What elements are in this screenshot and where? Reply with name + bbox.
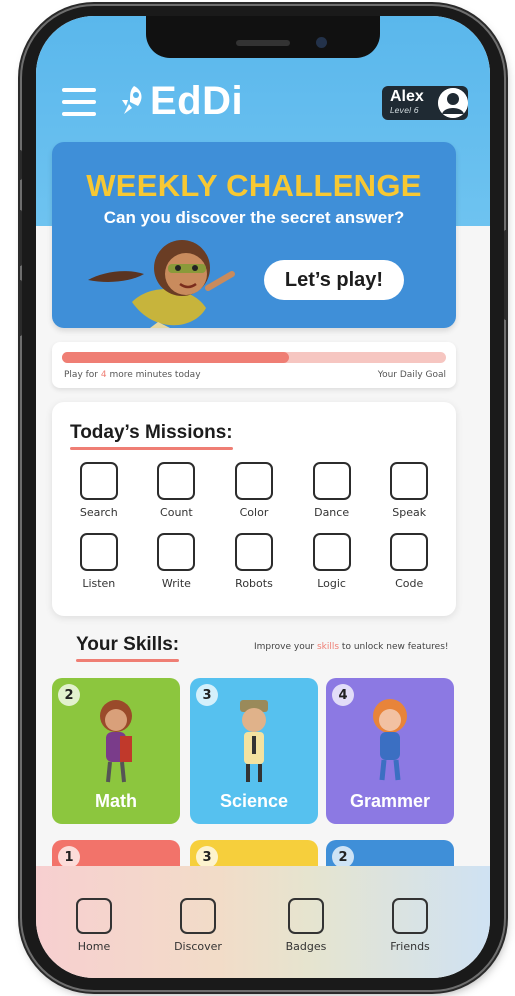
challenge-subtitle: Can you discover the secret answer?: [103, 208, 405, 227]
skill-level-badge: 4: [332, 684, 354, 706]
mission-label: Dance: [314, 506, 350, 519]
user-profile-button[interactable]: Alex Level 6: [382, 86, 468, 120]
mission-icon: [312, 462, 351, 500]
todays-missions-card: Today’s Missions: Search Count Color Dance S…: [52, 402, 456, 616]
daily-goal-progress-fill: [62, 352, 289, 363]
power-button: [504, 230, 508, 320]
badges-icon: [288, 898, 324, 934]
nav-label: Home: [77, 940, 111, 953]
nav-label: Friends: [390, 940, 430, 953]
mission-label: Listen: [82, 577, 116, 590]
home-icon: [76, 898, 112, 934]
challenge-title: WEEKLY CHALLENGE: [86, 168, 422, 203]
skill-name: Science: [219, 791, 289, 811]
mission-icon: [79, 533, 118, 571]
volume-up-button: [18, 210, 22, 266]
mission-icon: [390, 533, 429, 571]
skill-name: Grammer: [349, 791, 431, 811]
skill-level-badge: 2: [58, 684, 80, 706]
user-avatar-icon: [438, 88, 468, 118]
weekly-challenge-card[interactable]: WEEKLY CHALLENGE Can you discover the se…: [52, 142, 456, 328]
lets-play-button[interactable]: Let’s play!: [264, 260, 404, 300]
skill-level-badge: 3: [196, 846, 218, 868]
mission-count[interactable]: Count: [138, 462, 216, 519]
daily-goal-progress-track: [62, 352, 446, 363]
discover-icon: [180, 898, 216, 934]
daily-goal-text: Play for 4 more minutes today: [64, 370, 201, 380]
friends-icon: [392, 898, 428, 934]
bottom-navigation: Home Discover Badges Friends: [36, 866, 490, 978]
front-camera: [316, 37, 327, 48]
mission-search[interactable]: Search: [60, 462, 138, 519]
mission-label: Write: [161, 577, 191, 590]
mission-speak[interactable]: Speak: [370, 462, 448, 519]
daily-goal-card: Play for 4 more minutes today Your Daily…: [52, 342, 456, 388]
mission-label: Search: [79, 506, 118, 519]
mission-color[interactable]: Color: [215, 462, 293, 519]
mission-write[interactable]: Write: [138, 533, 216, 590]
menu-icon[interactable]: [62, 88, 96, 116]
mission-label: Code: [395, 577, 424, 590]
daily-goal-label: Your Daily Goal: [377, 370, 446, 380]
mission-icon: [234, 533, 273, 571]
mission-icon: [157, 462, 196, 500]
app-logo: EdDi: [118, 78, 243, 124]
nav-label: Discover: [174, 940, 222, 953]
mission-icon: [157, 533, 196, 571]
user-level: Level 6: [390, 106, 419, 115]
mission-label: Logic: [317, 577, 346, 590]
mission-code[interactable]: Code: [370, 533, 448, 590]
app-name: EdDi: [150, 78, 244, 123]
volume-down-button: [18, 280, 22, 336]
skill-level-badge: 2: [332, 846, 354, 868]
nav-discover[interactable]: Discover: [158, 898, 238, 953]
mission-logic[interactable]: Logic: [293, 533, 371, 590]
speaker: [236, 40, 290, 46]
silent-switch: [18, 150, 22, 180]
skill-level-badge: 3: [196, 684, 218, 706]
user-name: Alex: [390, 88, 424, 105]
mission-label: Count: [160, 506, 193, 519]
skill-card-grammer[interactable]: 4 Grammer: [326, 678, 454, 824]
mission-icon: [79, 462, 118, 500]
skill-card-math[interactable]: 2 Math: [52, 678, 180, 824]
mission-icon: [312, 533, 351, 571]
nav-home[interactable]: Home: [54, 898, 134, 953]
mission-icon: [234, 462, 273, 500]
mission-label: Robots: [235, 577, 273, 590]
notch: [146, 16, 380, 58]
mission-icon: [390, 462, 429, 500]
missions-title: Today’s Missions:: [70, 422, 233, 450]
phone-screen: EdDi Alex Level 6 WEEKLY CHALLENGE Can y…: [36, 16, 490, 978]
nav-friends[interactable]: Friends: [370, 898, 450, 953]
flying-girl-illustration: [88, 240, 235, 328]
skill-name: Math: [95, 791, 137, 811]
mission-label: Speak: [392, 506, 427, 519]
mission-dance[interactable]: Dance: [293, 462, 371, 519]
nav-badges[interactable]: Badges: [266, 898, 346, 953]
mission-label: Color: [239, 506, 269, 519]
skill-card-science[interactable]: 3 Science: [190, 678, 318, 824]
skill-level-badge: 1: [58, 846, 80, 868]
rocket-logo-icon: [122, 86, 142, 114]
nav-label: Badges: [285, 940, 327, 953]
skills-title: Your Skills:: [76, 634, 180, 662]
mission-robots[interactable]: Robots: [215, 533, 293, 590]
missions-grid: Search Count Color Dance Speak Listen Write Rob…: [60, 462, 448, 590]
skills-hint: Improve your skills to unlock new featur…: [254, 642, 449, 652]
mission-listen[interactable]: Listen: [60, 533, 138, 590]
